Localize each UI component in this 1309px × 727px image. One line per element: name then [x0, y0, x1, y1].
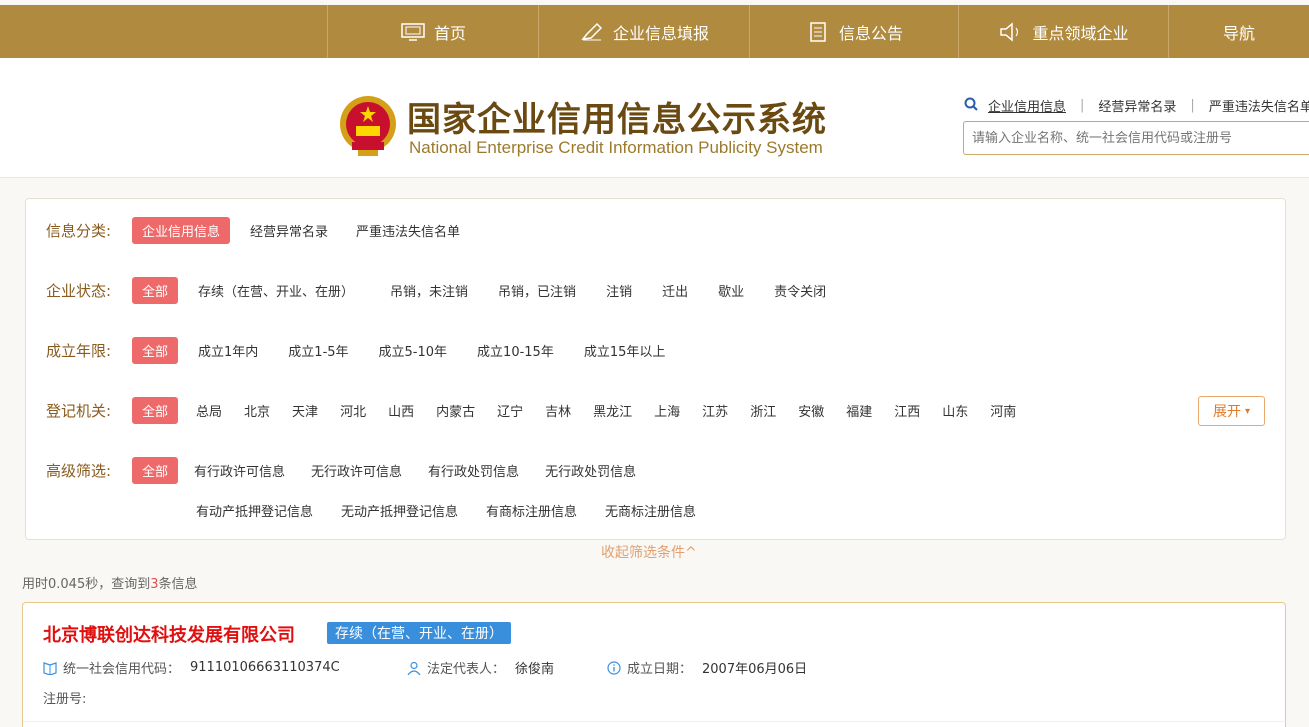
filter-option[interactable]: 有商标注册信息	[476, 497, 587, 524]
filter-option[interactable]: 河北	[330, 397, 376, 424]
national-emblem-logo	[338, 94, 398, 158]
divider: |	[1080, 98, 1085, 113]
nav-guide[interactable]: 导航	[1168, 5, 1309, 58]
filter-option[interactable]: 经营异常名录	[240, 217, 338, 244]
search-tabs: 企业信用信息 | 经营异常名录 | 严重违法失信名单	[964, 96, 1309, 115]
status-badge: 存续（在营、开业、在册）	[327, 622, 511, 644]
site-subtitle: National Enterprise Credit Information P…	[409, 138, 823, 157]
filter-option[interactable]: 浙江	[740, 397, 786, 424]
filter-option[interactable]: 吉林	[535, 397, 581, 424]
filter-option[interactable]: 无商标注册信息	[595, 497, 706, 524]
filter-option[interactable]: 全部	[132, 396, 179, 424]
filter-option[interactable]: 全部	[132, 276, 179, 304]
filter-option[interactable]: 吊销，已注销	[488, 277, 586, 304]
nav-label: 企业信息填报	[612, 23, 709, 43]
filter-option[interactable]: 严重违法失信名单	[346, 217, 470, 244]
filter-option[interactable]: 北京	[234, 397, 280, 424]
filter-option[interactable]: 成立15年以上	[574, 337, 676, 364]
filter-option[interactable]: 有行政许可信息	[184, 457, 295, 484]
filter-option[interactable]: 江苏	[692, 397, 738, 424]
filter-row-authority: 登记机关: 全部 总局 北京 天津 河北 山西 内蒙古 辽宁 吉林 黑龙江 上海…	[46, 395, 1026, 425]
filter-option[interactable]: 无行政许可信息	[301, 457, 412, 484]
filter-row-advanced-2: 有动产抵押登记信息 无动产抵押登记信息 有商标注册信息 无商标注册信息	[186, 495, 706, 525]
nav-label: 信息公告	[838, 23, 903, 43]
filter-option[interactable]: 注销	[596, 277, 642, 304]
filter-option[interactable]: 全部	[132, 336, 179, 364]
filter-option[interactable]: 江西	[884, 397, 930, 424]
nav-label: 首页	[433, 23, 466, 43]
filter-option[interactable]: 全部	[132, 456, 179, 484]
filter-option[interactable]: 有动产抵押登记信息	[186, 497, 323, 524]
search-stats: 用时0.045秒，查询到3条信息	[22, 577, 198, 592]
filter-option[interactable]: 山东	[932, 397, 978, 424]
filter-label: 企业状态:	[46, 281, 112, 300]
nav-announcements[interactable]: 信息公告	[749, 5, 958, 58]
nav-enterprise-report[interactable]: 企业信息填报	[538, 5, 749, 58]
search-tab-blacklist[interactable]: 严重违法失信名单	[1209, 96, 1309, 115]
person-icon	[407, 661, 421, 675]
collapse-filters-link[interactable]: 收起筛选条件^	[601, 542, 697, 562]
filter-option[interactable]: 福建	[836, 397, 882, 424]
book-icon	[43, 661, 57, 676]
speaker-icon	[998, 21, 1024, 42]
filter-option[interactable]: 黑龙江	[583, 397, 642, 424]
filter-row-status: 企业状态: 全部 存续（在营、开业、在册） 吊销，未注销 吊销，已注销 注销 迁…	[46, 275, 836, 305]
info-icon	[607, 660, 621, 675]
nav-key-enterprises[interactable]: 重点领域企业	[958, 5, 1168, 58]
filter-option[interactable]: 辽宁	[487, 397, 533, 424]
filter-option[interactable]: 吊销，未注销	[380, 277, 478, 304]
search-tab-credit[interactable]: 企业信用信息	[988, 96, 1066, 115]
filter-option[interactable]: 无动产抵押登记信息	[331, 497, 468, 524]
site-title: 国家企业信用信息公示系统	[407, 100, 827, 140]
document-icon	[805, 21, 831, 42]
divider	[23, 721, 1287, 722]
filter-option[interactable]: 责令关闭	[764, 277, 836, 304]
founded-date: 成立日期： 2007年06月06日	[607, 658, 807, 677]
filter-option[interactable]: 上海	[644, 397, 690, 424]
credit-code: 统一社会信用代码： 91110106663110374C	[43, 658, 340, 677]
filter-label: 登记机关:	[46, 401, 112, 420]
filter-option[interactable]: 成立10-15年	[467, 337, 564, 364]
pen-icon	[579, 22, 605, 42]
filter-option[interactable]: 企业信用信息	[132, 216, 231, 244]
search-icon	[964, 97, 978, 115]
filter-option[interactable]: 总局	[186, 397, 232, 424]
filter-option[interactable]: 无行政处罚信息	[535, 457, 646, 484]
filter-row-advanced: 高级筛选: 全部 有行政许可信息 无行政许可信息 有行政处罚信息 无行政处罚信息	[46, 455, 646, 485]
filter-panel: 信息分类: 企业信用信息 经营异常名录 严重违法失信名单 企业状态: 全部 存续…	[25, 198, 1286, 540]
legal-rep: 法定代表人： 徐俊南	[407, 658, 554, 677]
filter-option[interactable]: 歇业	[708, 277, 754, 304]
filter-option[interactable]: 迁出	[652, 277, 698, 304]
filter-option[interactable]: 成立5-10年	[369, 337, 458, 364]
search-tab-abnormal[interactable]: 经营异常名录	[1098, 96, 1176, 115]
filter-option[interactable]: 成立1-5年	[278, 337, 358, 364]
expand-button[interactable]: 展开 ▾	[1198, 396, 1265, 426]
filter-option[interactable]: 有行政处罚信息	[418, 457, 529, 484]
filter-label: 成立年限:	[46, 341, 112, 360]
filter-option[interactable]: 存续（在营、开业、在册）	[188, 277, 364, 304]
nav-label: 重点领域企业	[1032, 23, 1129, 43]
filter-row-category: 信息分类: 企业信用信息 经营异常名录 严重违法失信名单	[46, 215, 470, 245]
filter-label: 信息分类:	[46, 221, 112, 240]
result-card[interactable]: 北京博联创达科技发展有限公司 存续（在营、开业、在册） 统一社会信用代码： 91…	[22, 602, 1287, 727]
caret-down-icon: ▾	[1244, 405, 1251, 417]
company-name[interactable]: 北京博联创达科技发展有限公司	[43, 621, 295, 647]
filter-label: 高级筛选:	[46, 461, 112, 480]
site-header: 国家企业信用信息公示系统 National Enterprise Credit …	[0, 58, 1309, 178]
filter-option[interactable]: 内蒙古	[426, 397, 485, 424]
filter-option[interactable]: 山西	[378, 397, 424, 424]
search-input[interactable]	[963, 121, 1309, 155]
result-count: 3	[150, 577, 159, 592]
nav-home[interactable]: 首页	[327, 5, 538, 58]
divider: |	[1190, 98, 1195, 113]
filter-row-years: 成立年限: 全部 成立1年内 成立1-5年 成立5-10年 成立10-15年 成…	[46, 335, 675, 365]
filter-option[interactable]: 河南	[980, 397, 1026, 424]
registration-number: 注册号:	[43, 692, 87, 707]
filter-option[interactable]: 安徽	[788, 397, 834, 424]
top-nav: 首页 企业信息填报 信息公告 重点领域企业 导航	[0, 5, 1309, 58]
filter-option[interactable]: 成立1年内	[188, 337, 268, 364]
nav-label: 导航	[1222, 23, 1255, 43]
filter-option[interactable]: 天津	[282, 397, 328, 424]
monitor-icon	[400, 22, 426, 42]
